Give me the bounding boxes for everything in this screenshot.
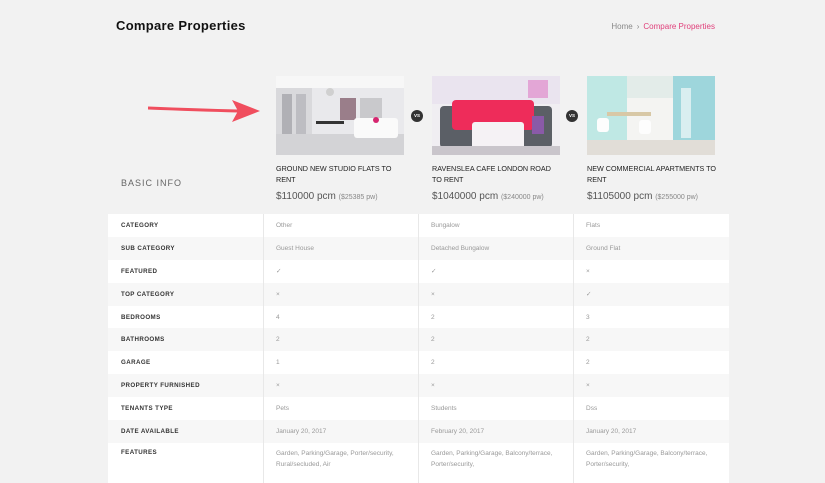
- table-row: GARAGE 1 2 2: [108, 351, 729, 375]
- table-row: PROPERTY FURNISHED × × ×: [108, 374, 729, 398]
- table-row: FEATURES Garden, Parking/Garage, Porter/…: [108, 442, 729, 483]
- row-label: FEATURED: [121, 267, 158, 275]
- arrow-icon: [148, 100, 260, 122]
- breadcrumb: Home › Compare Properties: [611, 22, 715, 31]
- table-row: BATHROOMS 2 2 2: [108, 328, 729, 352]
- cross-icon: ×: [573, 374, 728, 398]
- table-cell: 2: [418, 328, 573, 352]
- table-cell: 4: [263, 305, 418, 329]
- property-card-1: GROUND NEW STUDIO FLATS TO RENT $110000 …: [276, 76, 406, 202]
- row-label: BEDROOMS: [121, 313, 161, 321]
- property-pw-3: ($255000 pw): [655, 194, 699, 201]
- table-row: FEATURED ✓ ✓ ×: [108, 259, 729, 283]
- cross-icon: ×: [263, 374, 418, 398]
- table-cell: Bungalow: [418, 214, 573, 237]
- table-row: BEDROOMS 4 2 3: [108, 305, 729, 329]
- table-cell: January 20, 2017: [573, 420, 728, 443]
- comparison-table: CATEGORY Other Bungalow Flats SUB CATEGO…: [108, 214, 729, 483]
- table-cell: Detached Bungalow: [418, 236, 573, 260]
- row-label: GARAGE: [121, 359, 151, 367]
- row-label: PROPERTY FURNISHED: [121, 382, 200, 390]
- check-icon: ✓: [263, 259, 418, 283]
- table-row: CATEGORY Other Bungalow Flats: [108, 214, 729, 237]
- table-cell: Other: [263, 214, 418, 237]
- table-cell: January 20, 2017: [263, 420, 418, 443]
- table-cell: 2: [263, 328, 418, 352]
- page-title: Compare Properties: [116, 18, 246, 33]
- row-label: TOP CATEGORY: [121, 290, 175, 298]
- table-row: TOP CATEGORY × × ✓: [108, 282, 729, 306]
- breadcrumb-current: Compare Properties: [643, 22, 715, 31]
- table-row: TENANTS TYPE Pets Students Dss: [108, 397, 729, 421]
- property-pw-2: ($240000 pw): [500, 194, 544, 201]
- cross-icon: ×: [573, 259, 728, 283]
- table-cell: Flats: [573, 214, 728, 237]
- check-icon: ✓: [573, 282, 728, 306]
- property-image-1[interactable]: [276, 76, 404, 155]
- check-icon: ✓: [418, 259, 573, 283]
- table-cell: 2: [418, 305, 573, 329]
- cross-icon: ×: [418, 374, 573, 398]
- property-pcm-1: $110000 pcm: [276, 191, 336, 202]
- basic-info-heading: BASIC INFO: [121, 178, 183, 188]
- table-cell: Pets: [263, 397, 418, 421]
- vs-badge-1: VS: [411, 110, 423, 122]
- table-cell: Garden, Parking/Garage, Balcony/terrace,…: [418, 442, 573, 483]
- table-cell: Guest House: [263, 236, 418, 260]
- table-cell: 3: [573, 305, 728, 329]
- property-pcm-2: $1040000 pcm: [432, 191, 499, 202]
- property-card-2: RAVENSLEA CAFE LONDON ROAD TO RENT $1040…: [432, 76, 562, 202]
- property-card-3: NEW COMMERCIAL APARTMENTS TO RENT $11050…: [587, 76, 717, 202]
- property-image-3[interactable]: [587, 76, 715, 155]
- table-cell: 1: [263, 351, 418, 375]
- row-label: DATE AVAILABLE: [121, 427, 179, 435]
- breadcrumb-separator: ›: [636, 22, 640, 31]
- row-label: SUB CATEGORY: [121, 244, 175, 252]
- row-label: TENANTS TYPE: [121, 405, 173, 413]
- table-row: SUB CATEGORY Guest House Detached Bungal…: [108, 236, 729, 260]
- property-name-2[interactable]: RAVENSLEA CAFE LONDON ROAD TO RENT: [432, 163, 562, 185]
- breadcrumb-home-link[interactable]: Home: [611, 22, 632, 31]
- table-cell: Garden, Parking/Garage, Balcony/terrace,…: [573, 442, 728, 483]
- property-price-2: $1040000 pcm ($240000 pw): [432, 191, 562, 202]
- property-image-2[interactable]: [432, 76, 560, 155]
- table-cell: Dss: [573, 397, 728, 421]
- property-pw-1: ($25385 pw): [338, 194, 378, 201]
- property-pcm-3: $1105000 pcm: [587, 191, 653, 202]
- vs-badge-2: VS: [566, 110, 578, 122]
- table-cell: Ground Flat: [573, 236, 728, 260]
- table-cell: February 20, 2017: [418, 420, 573, 443]
- property-name-3[interactable]: NEW COMMERCIAL APARTMENTS TO RENT: [587, 163, 717, 185]
- property-price-3: $1105000 pcm ($255000 pw): [587, 191, 717, 202]
- row-label: CATEGORY: [121, 221, 159, 229]
- table-cell: 2: [573, 328, 728, 352]
- table-cell: Students: [418, 397, 573, 421]
- property-price-1: $110000 pcm ($25385 pw): [276, 191, 406, 202]
- property-name-1[interactable]: GROUND NEW STUDIO FLATS TO RENT: [276, 163, 406, 185]
- row-label: BATHROOMS: [121, 336, 165, 344]
- table-cell: 2: [573, 351, 728, 375]
- cross-icon: ×: [263, 282, 418, 306]
- table-cell: Garden, Parking/Garage, Porter/security,…: [263, 442, 418, 483]
- table-row: DATE AVAILABLE January 20, 2017 February…: [108, 420, 729, 443]
- row-label: FEATURES: [121, 448, 158, 456]
- table-cell: 2: [418, 351, 573, 375]
- cross-icon: ×: [418, 282, 573, 306]
